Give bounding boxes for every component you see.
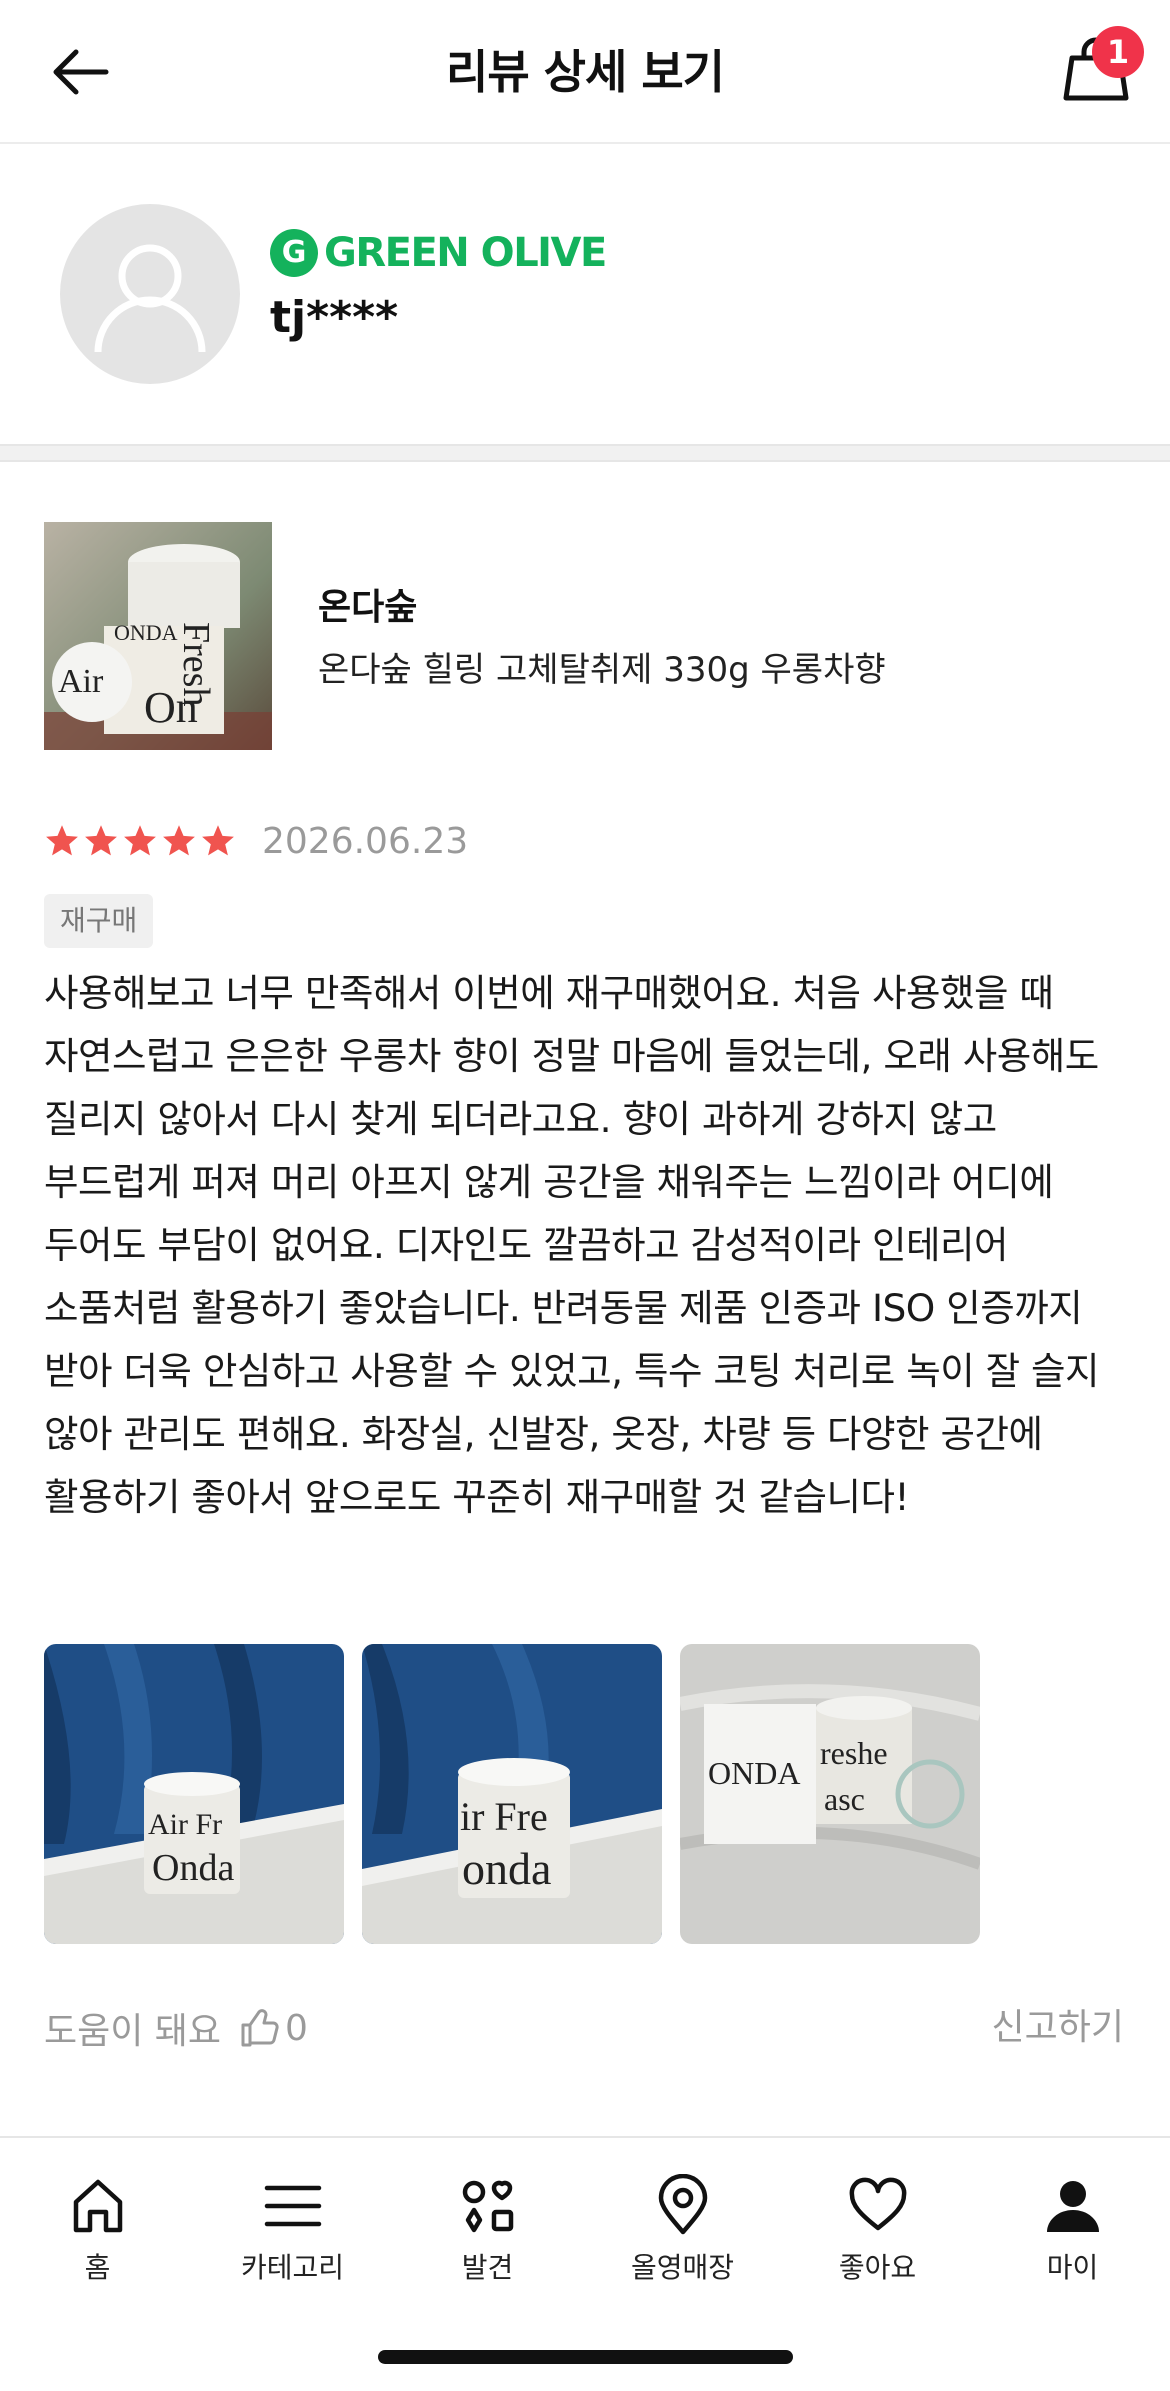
- tab-label: 발견: [461, 2251, 514, 2284]
- person-icon: [1046, 2181, 1099, 2232]
- home-indicator: [378, 2350, 793, 2364]
- product-brand: 온다숲: [318, 587, 418, 628]
- grade-icon: G: [270, 229, 318, 277]
- heart-icon: [849, 2177, 906, 2231]
- svg-text:reshe: reshe: [820, 1735, 888, 1771]
- svg-text:asc: asc: [824, 1781, 865, 1817]
- svg-text:Onda: Onda: [152, 1847, 234, 1889]
- thumbs-up-icon: [241, 2009, 279, 2047]
- reviewer-profile: G GREEN OLIVE tj****: [0, 146, 1170, 444]
- svg-text:Air Fr: Air Fr: [148, 1808, 222, 1841]
- member-grade: G GREEN OLIVE: [270, 228, 607, 278]
- user-id: tj****: [270, 292, 399, 343]
- avatar: [60, 204, 240, 384]
- helpful-count: 0: [285, 2007, 308, 2049]
- header: 리뷰 상세 보기 1: [0, 0, 1170, 144]
- review-photo-2-art: ir Fre onda: [362, 1644, 662, 1944]
- report-button[interactable]: 신고하기: [992, 1998, 1124, 2058]
- rating-row: 2026.06.23: [44, 816, 468, 866]
- star-icon: [124, 825, 156, 856]
- tab-label: 마이: [1046, 2251, 1099, 2284]
- location-pin-icon: [658, 2174, 707, 2235]
- tab-label: 홈: [84, 2251, 111, 2284]
- review-text: 사용해보고 너무 만족해서 이번에 재구매했어요. 처음 사용했을 때 자연스럽…: [44, 971, 1100, 1519]
- review-photo-1-art: Air Fr Onda: [44, 1644, 344, 1944]
- star-icon: [85, 825, 117, 856]
- review-photo[interactable]: Air Fr Onda: [44, 1644, 344, 1944]
- discover-icon: [462, 2180, 513, 2233]
- review-photos: Air Fr Onda ir Fre onda ONDA reshe asc: [44, 1644, 980, 1944]
- helpful-label: 도움이 돼요: [44, 2011, 222, 2052]
- repurchase-tag: 재구매: [44, 894, 154, 948]
- svg-text:ir Fre: ir Fre: [460, 1794, 548, 1839]
- default-user-icon: [94, 244, 206, 353]
- tab-home[interactable]: 홈: [0, 2152, 195, 2302]
- tab-my[interactable]: 마이: [975, 2152, 1170, 2302]
- svg-text:onda: onda: [462, 1843, 551, 1894]
- svg-text:On: On: [144, 683, 198, 732]
- menu-icon: [264, 2185, 321, 2227]
- home-icon: [73, 2179, 122, 2233]
- star-rating: [44, 823, 236, 859]
- helpful-button[interactable]: 도움이 돼요 0: [44, 1998, 308, 2058]
- tab-label: 카테고리: [240, 2251, 345, 2284]
- section-divider: [0, 444, 1170, 462]
- product-name: 온다숲 힐링 고체탈취제 330g 우롱차향: [318, 650, 886, 690]
- review-photo[interactable]: ONDA reshe asc: [680, 1644, 980, 1944]
- star-icon: [202, 825, 234, 856]
- product-image[interactable]: ONDA Fresh Air On: [44, 522, 272, 750]
- star-icon: [163, 825, 195, 856]
- review-photo[interactable]: ir Fre onda: [362, 1644, 662, 1944]
- grade-label: GREEN OLIVE: [324, 230, 607, 276]
- tab-discover[interactable]: 발견: [390, 2152, 585, 2302]
- svg-text:ONDA: ONDA: [114, 620, 178, 645]
- tab-likes[interactable]: 좋아요: [780, 2152, 975, 2302]
- star-icon: [46, 825, 78, 856]
- product-info[interactable]: ONDA Fresh Air On 온다숲 온다숲 힐링 고체탈취제 330g …: [0, 462, 1170, 782]
- page-title: 리뷰 상세 보기: [446, 45, 725, 99]
- tab-label: 좋아요: [838, 2251, 917, 2284]
- review-date: 2026.06.23: [262, 820, 469, 862]
- tab-category[interactable]: 카테고리: [195, 2152, 390, 2302]
- tab-label: 올영매장: [630, 2251, 735, 2284]
- svg-text:ONDA: ONDA: [708, 1755, 800, 1791]
- product-image-art: ONDA Fresh Air On: [44, 522, 272, 750]
- cart-count-badge: 1: [1092, 26, 1144, 78]
- svg-text:Air: Air: [58, 663, 104, 700]
- review-photo-3-art: ONDA reshe asc: [680, 1644, 980, 1944]
- tab-store[interactable]: 올영매장: [585, 2152, 780, 2302]
